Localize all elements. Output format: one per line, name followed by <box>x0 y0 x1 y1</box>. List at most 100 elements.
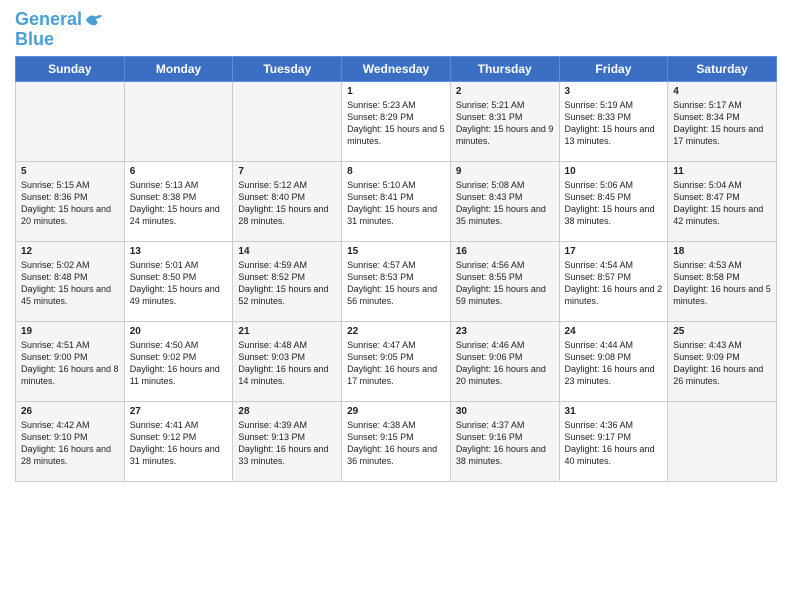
day-info: Sunrise: 4:48 AMSunset: 9:03 PMDaylight:… <box>238 339 336 388</box>
col-header-thursday: Thursday <box>450 56 559 81</box>
calendar-cell: 15Sunrise: 4:57 AMSunset: 8:53 PMDayligh… <box>342 241 451 321</box>
calendar-cell: 2 Sunrise: 5:21 AMSunset: 8:31 PMDaylight… <box>450 81 559 161</box>
day-number: 30 <box>456 406 554 417</box>
day-number: 3 <box>565 86 663 97</box>
day-info: Sunrise: 5:02 AMSunset: 8:48 PMDaylight:… <box>21 259 119 308</box>
day-number: 27 <box>130 406 228 417</box>
calendar-cell: 9 Sunrise: 5:08 AMSunset: 8:43 PMDaylight… <box>450 161 559 241</box>
day-number: 15 <box>347 246 445 257</box>
calendar-cell: 28 Sunrise: 4:39 AMSunset: 9:13 PMDayligh… <box>233 401 342 481</box>
calendar-cell: 7 Sunrise: 5:12 AMSunset: 8:40 PMDaylight… <box>233 161 342 241</box>
day-info: Sunrise: 4:38 AMSunset: 9:15 PMDaylight:… <box>347 419 445 468</box>
day-number: 17 <box>565 246 663 257</box>
day-info: Sunrise: 5:06 AMSunset: 8:45 PMDaylight:… <box>565 179 663 228</box>
calendar-cell: 23 Sunrise: 4:46 AMSunset: 9:06 PMDayligh… <box>450 321 559 401</box>
calendar-cell: 4Sunrise: 5:17 AMSunset: 8:34 PMDaylight… <box>668 81 777 161</box>
day-number: 9 <box>456 166 554 177</box>
col-header-sunday: Sunday <box>16 56 125 81</box>
calendar-table: SundayMondayTuesdayWednesdayThursdayFrid… <box>15 56 777 482</box>
logo-blue: Blue <box>15 30 104 50</box>
calendar-cell <box>233 81 342 161</box>
day-info: Sunrise: 4:50 AMSunset: 9:02 PMDaylight:… <box>130 339 228 388</box>
day-number: 7 <box>238 166 336 177</box>
day-info: Sunrise: 5:12 AMSunset: 8:40 PMDaylight:… <box>238 179 336 228</box>
day-number: 16 <box>456 246 554 257</box>
day-info: Sunrise: 5:21 AMSunset: 8:31 PMDaylight:… <box>456 99 554 148</box>
day-number: 25 <box>673 326 771 337</box>
calendar-cell: 6 Sunrise: 5:13 AMSunset: 8:38 PMDaylight… <box>124 161 233 241</box>
calendar-cell: 25 Sunrise: 4:43 AMSunset: 9:09 PMDayligh… <box>668 321 777 401</box>
calendar-cell: 5 Sunrise: 5:15 AMSunset: 8:36 PMDaylight… <box>16 161 125 241</box>
day-number: 29 <box>347 406 445 417</box>
day-number: 23 <box>456 326 554 337</box>
day-number: 24 <box>565 326 663 337</box>
day-info: Sunrise: 4:46 AMSunset: 9:06 PMDaylight:… <box>456 339 554 388</box>
day-info: Sunrise: 4:56 AMSunset: 8:55 PMDaylight:… <box>456 259 554 308</box>
day-number: 1 <box>347 86 445 97</box>
day-info: Sunrise: 4:53 AMSunset: 8:58 PMDaylight:… <box>673 259 771 308</box>
logo-general: General <box>15 9 82 29</box>
day-info: Sunrise: 4:43 AMSunset: 9:09 PMDaylight:… <box>673 339 771 388</box>
day-info: Sunrise: 4:42 AMSunset: 9:10 PMDaylight:… <box>21 419 119 468</box>
week-row-3: 19 Sunrise: 4:51 AMSunset: 9:00 PMDayligh… <box>16 321 777 401</box>
day-number: 8 <box>347 166 445 177</box>
calendar-cell: 10Sunrise: 5:06 AMSunset: 8:45 PMDayligh… <box>559 161 668 241</box>
day-number: 26 <box>21 406 119 417</box>
logo-bird-icon <box>84 10 104 30</box>
day-number: 19 <box>21 326 119 337</box>
week-row-2: 12 Sunrise: 5:02 AMSunset: 8:48 PMDayligh… <box>16 241 777 321</box>
day-info: Sunrise: 4:54 AMSunset: 8:57 PMDaylight:… <box>565 259 663 308</box>
day-number: 5 <box>21 166 119 177</box>
col-header-wednesday: Wednesday <box>342 56 451 81</box>
day-number: 2 <box>456 86 554 97</box>
col-header-monday: Monday <box>124 56 233 81</box>
calendar-cell: 27 Sunrise: 4:41 AMSunset: 9:12 PMDayligh… <box>124 401 233 481</box>
header-row: SundayMondayTuesdayWednesdayThursdayFrid… <box>16 56 777 81</box>
calendar-cell: 1 Sunrise: 5:23 AMSunset: 8:29 PMDaylight… <box>342 81 451 161</box>
day-info: Sunrise: 5:08 AMSunset: 8:43 PMDaylight:… <box>456 179 554 228</box>
day-number: 14 <box>238 246 336 257</box>
calendar-cell: 26 Sunrise: 4:42 AMSunset: 9:10 PMDayligh… <box>16 401 125 481</box>
page: General Blue SundayMondayTuesdayWednesda… <box>0 0 792 612</box>
calendar-cell: 12 Sunrise: 5:02 AMSunset: 8:48 PMDayligh… <box>16 241 125 321</box>
calendar-cell: 17 Sunrise: 4:54 AMSunset: 8:57 PMDayligh… <box>559 241 668 321</box>
header: General Blue <box>15 10 777 50</box>
day-number: 18 <box>673 246 771 257</box>
calendar-cell: 16 Sunrise: 4:56 AMSunset: 8:55 PMDayligh… <box>450 241 559 321</box>
day-info: Sunrise: 5:23 AMSunset: 8:29 PMDaylight:… <box>347 99 445 148</box>
calendar-cell: 19 Sunrise: 4:51 AMSunset: 9:00 PMDayligh… <box>16 321 125 401</box>
calendar-cell: 13Sunrise: 5:01 AMSunset: 8:50 PMDayligh… <box>124 241 233 321</box>
day-info: Sunrise: 4:47 AMSunset: 9:05 PMDaylight:… <box>347 339 445 388</box>
col-header-friday: Friday <box>559 56 668 81</box>
day-info: Sunrise: 5:15 AMSunset: 8:36 PMDaylight:… <box>21 179 119 228</box>
day-info: Sunrise: 5:10 AMSunset: 8:41 PMDaylight:… <box>347 179 445 228</box>
week-row-1: 5 Sunrise: 5:15 AMSunset: 8:36 PMDaylight… <box>16 161 777 241</box>
day-info: Sunrise: 5:13 AMSunset: 8:38 PMDaylight:… <box>130 179 228 228</box>
day-info: Sunrise: 4:44 AMSunset: 9:08 PMDaylight:… <box>565 339 663 388</box>
day-number: 31 <box>565 406 663 417</box>
day-info: Sunrise: 4:59 AMSunset: 8:52 PMDaylight:… <box>238 259 336 308</box>
day-number: 6 <box>130 166 228 177</box>
calendar-cell: 30 Sunrise: 4:37 AMSunset: 9:16 PMDayligh… <box>450 401 559 481</box>
day-number: 12 <box>21 246 119 257</box>
calendar-cell <box>668 401 777 481</box>
calendar-cell: 14 Sunrise: 4:59 AMSunset: 8:52 PMDayligh… <box>233 241 342 321</box>
day-info: Sunrise: 4:41 AMSunset: 9:12 PMDaylight:… <box>130 419 228 468</box>
day-info: Sunrise: 5:04 AMSunset: 8:47 PMDaylight:… <box>673 179 771 228</box>
calendar-cell: 18 Sunrise: 4:53 AMSunset: 8:58 PMDayligh… <box>668 241 777 321</box>
calendar-cell: 24 Sunrise: 4:44 AMSunset: 9:08 PMDayligh… <box>559 321 668 401</box>
calendar-cell: 31 Sunrise: 4:36 AMSunset: 9:17 PMDayligh… <box>559 401 668 481</box>
week-row-4: 26 Sunrise: 4:42 AMSunset: 9:10 PMDayligh… <box>16 401 777 481</box>
day-info: Sunrise: 4:36 AMSunset: 9:17 PMDaylight:… <box>565 419 663 468</box>
day-info: Sunrise: 4:39 AMSunset: 9:13 PMDaylight:… <box>238 419 336 468</box>
day-info: Sunrise: 5:19 AMSunset: 8:33 PMDaylight:… <box>565 99 663 148</box>
day-number: 11 <box>673 166 771 177</box>
day-info: Sunrise: 5:17 AMSunset: 8:34 PMDaylight:… <box>673 99 771 148</box>
day-number: 28 <box>238 406 336 417</box>
day-number: 20 <box>130 326 228 337</box>
calendar-cell <box>124 81 233 161</box>
day-info: Sunrise: 4:37 AMSunset: 9:16 PMDaylight:… <box>456 419 554 468</box>
day-info: Sunrise: 5:01 AMSunset: 8:50 PMDaylight:… <box>130 259 228 308</box>
calendar-cell: 21Sunrise: 4:48 AMSunset: 9:03 PMDayligh… <box>233 321 342 401</box>
day-info: Sunrise: 4:51 AMSunset: 9:00 PMDaylight:… <box>21 339 119 388</box>
